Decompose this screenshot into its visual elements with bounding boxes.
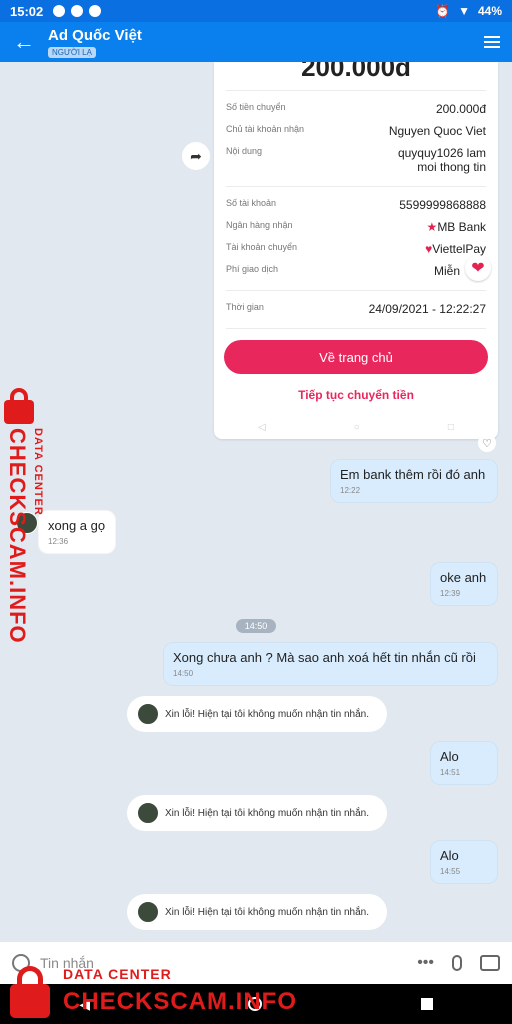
system-notice: Xin lỗi! Hiện tại tôi không muốn nhận ti… (127, 795, 387, 831)
row-label: Số tài khoản (226, 198, 277, 208)
mb-bank-logo-icon: ★ (426, 220, 438, 234)
divider (226, 90, 486, 91)
avatar (137, 802, 159, 824)
message-text: Xong chưa anh ? Mà sao anh xoá hết tin n… (173, 650, 476, 665)
receipt-row: Nội dung quyquy1026 lam moi thong tin (226, 146, 486, 174)
row-label: Thời gian (226, 302, 264, 312)
phone-nav-icons: ◁ ○ □ (258, 422, 454, 433)
status-time: 15:02 (10, 3, 44, 19)
time-separator: 14:50 (236, 619, 276, 633)
message-text: Alo (440, 749, 459, 764)
stranger-badge: NGƯỜI LẠ (48, 46, 96, 58)
avatar (137, 703, 159, 725)
watermark-small-text: DATA CENTER (32, 428, 44, 516)
avatar (137, 901, 159, 923)
row-label: Số tiền chuyển (226, 102, 286, 112)
chat-header: ← Ad Quốc Việt NGƯỜI LẠ (0, 22, 512, 62)
watermark-side: DATA CENTER CHECKSCAM.INFO (2, 388, 58, 644)
row-label: Tài khoản chuyển (226, 242, 298, 252)
row-label: Chủ tài khoản nhận (226, 124, 305, 134)
receipt-row: Tài khoản chuyển ♥ViettelPay (226, 242, 486, 256)
receipt-row: Thời gian 24/09/2021 - 12:22:27 (226, 302, 486, 316)
heart-outline-icon[interactable]: ♡ (478, 434, 496, 452)
menu-icon[interactable] (472, 22, 512, 62)
receipt-amount-top: 200.000đ (301, 62, 411, 82)
notification-icons (53, 5, 102, 17)
messenger-icon-2 (71, 5, 84, 17)
divider (226, 328, 486, 329)
share-icon[interactable]: ➦ (182, 142, 210, 170)
mic-icon[interactable] (452, 955, 462, 971)
home-button: Về trang chủ (224, 340, 488, 374)
message-text: Alo (440, 848, 459, 863)
divider (226, 290, 486, 291)
row-label: Phí giao dịch (226, 264, 279, 274)
divider (226, 186, 486, 187)
system-notice: Xin lỗi! Hiện tại tôi không muốn nhận ti… (127, 894, 387, 930)
message-time: 14:50 (173, 669, 194, 678)
message-time: 14:51 (440, 768, 461, 777)
notice-text: Xin lỗi! Hiện tại tôi không muốn nhận ti… (165, 708, 370, 720)
message-text: oke anh (440, 570, 487, 585)
message-time: 12:39 (440, 589, 461, 598)
message-bubble[interactable]: oke anh 12:39 (430, 562, 498, 606)
message-bubble[interactable]: Alo 14:51 (430, 741, 498, 785)
receipt-row: Ngân hàng nhận ★MB Bank (226, 220, 486, 234)
status-bar: 15:02 ⏰ ▼ 44% (0, 0, 512, 22)
watermark-big-text: CHECKSCAM.INFO (5, 428, 30, 644)
watermark-small-text: DATA CENTER (63, 966, 172, 982)
row-value: 5599999868888 (399, 198, 486, 212)
alarm-icon: ⏰ (435, 4, 451, 18)
message-bubble[interactable]: Alo 14:55 (430, 840, 498, 884)
message-bubble[interactable]: Xong chưa anh ? Mà sao anh xoá hết tin n… (163, 642, 498, 686)
contact-name[interactable]: Ad Quốc Việt (48, 27, 142, 45)
heart-icon[interactable]: ❤ (465, 255, 491, 281)
system-notice: Xin lỗi! Hiện tại tôi không muốn nhận ti… (127, 696, 387, 732)
transfer-receipt-image[interactable]: 200.000đ Số tiền chuyển 200.000đ Chủ tài… (214, 62, 498, 439)
bank-name: MB Bank (437, 220, 486, 234)
back-arrow-icon[interactable]: ← (0, 22, 48, 62)
row-label: Nội dung (226, 146, 263, 156)
message-time: 14:55 (440, 867, 461, 876)
wifi-icon: ▼ (458, 4, 470, 18)
message-time: 12:22 (340, 486, 361, 495)
source-account: ViettelPay (432, 242, 486, 256)
message-bubble[interactable]: Em bank thêm rồi đó anh 12:22 (330, 459, 498, 503)
message-text: Em bank thêm rồi đó anh (340, 467, 486, 482)
lock-icon (2, 388, 36, 424)
row-value: quyquy1026 lam moi thong tin (397, 146, 486, 174)
lock-icon (8, 966, 52, 1022)
more-icon[interactable]: ••• (417, 954, 434, 972)
receipt-row: Phí giao dịch Miễn (226, 264, 486, 278)
row-value: 200.000đ (435, 102, 486, 116)
watermark-bottom: DATA CENTER CHECKSCAM.INFO (8, 958, 328, 1022)
image-icon[interactable] (480, 955, 500, 971)
notice-text: Xin lỗi! Hiện tại tôi không muốn nhận ti… (165, 807, 370, 819)
notice-text: Xin lỗi! Hiện tại tôi không muốn nhận ti… (165, 906, 370, 918)
shield-icon (89, 5, 102, 17)
row-label: Ngân hàng nhận (226, 220, 293, 230)
row-value: Nguyen Quoc Viet (388, 124, 486, 138)
receipt-row: Chủ tài khoản nhận Nguyen Quoc Viet (226, 124, 486, 138)
watermark-big-text: CHECKSCAM.INFO (63, 988, 297, 1015)
continue-transfer-link: Tiếp tục chuyển tiền (298, 388, 414, 402)
row-value: Miễn (433, 264, 460, 278)
messenger-icon (53, 5, 66, 17)
receipt-row: Số tiền chuyển 200.000đ (226, 102, 486, 116)
row-value: ♥ViettelPay (425, 242, 486, 256)
nav-recents-icon[interactable] (420, 998, 433, 1010)
battery-level: 44% (477, 4, 502, 18)
row-value: 24/09/2021 - 12:22:27 (368, 302, 486, 316)
receipt-row: Số tài khoản 5599999868888 (226, 198, 486, 212)
row-value: ★MB Bank (427, 220, 486, 234)
